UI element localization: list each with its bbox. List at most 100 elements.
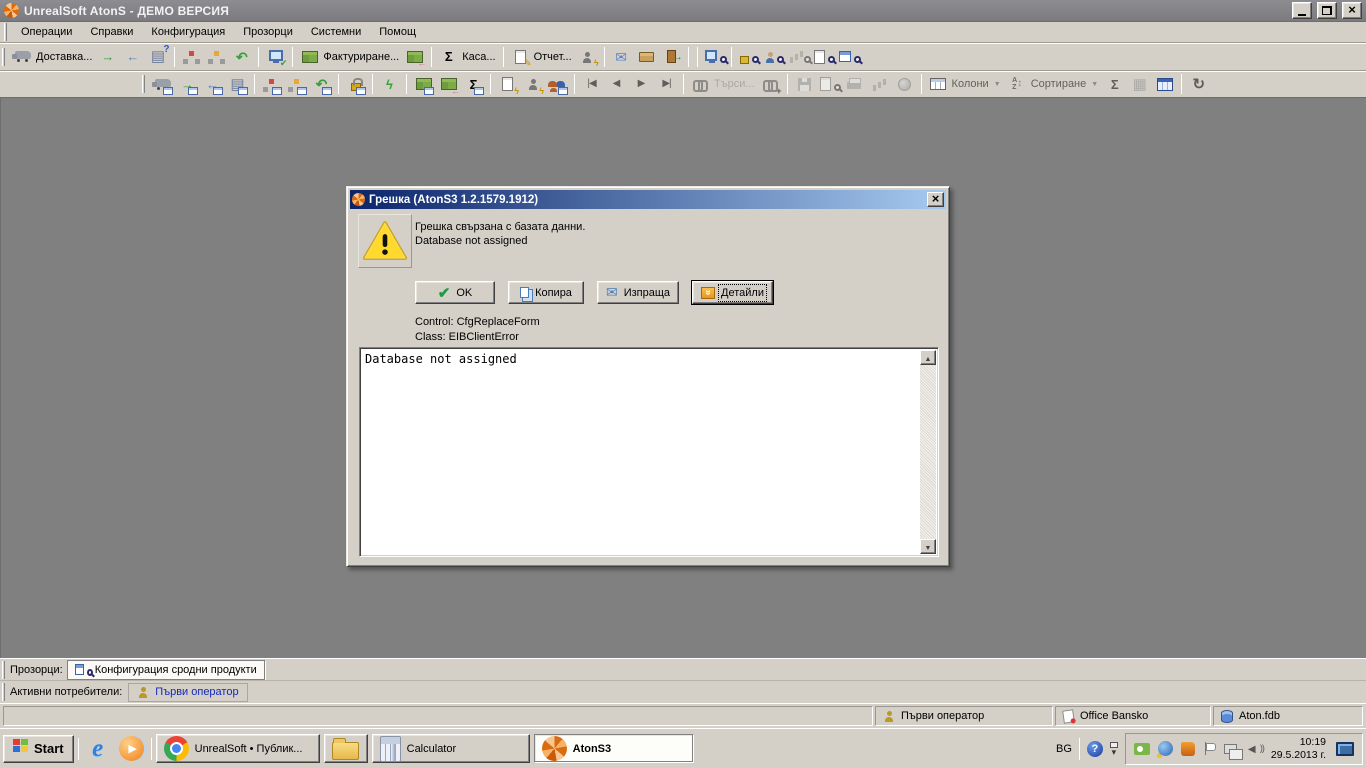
sigma-form-icon <box>464 75 483 94</box>
grid-form-button[interactable] <box>411 72 436 96</box>
separator <box>254 74 255 94</box>
export-document-button[interactable] <box>95 45 120 69</box>
show-desktop-icon[interactable] <box>1336 742 1354 756</box>
quicklaunch-media-player[interactable] <box>117 734 147 764</box>
restore-button[interactable] <box>1317 2 1337 19</box>
exit-door-icon <box>662 47 681 66</box>
cash-button[interactable]: Каса... <box>436 45 498 69</box>
start-button[interactable]: Start <box>3 735 74 763</box>
org-yellow-form-button[interactable] <box>284 72 309 96</box>
toolbar2-grip[interactable] <box>142 75 145 93</box>
calendar-view-button[interactable] <box>1152 72 1177 96</box>
quicklaunch-internet-explorer[interactable]: e <box>83 734 113 764</box>
help-icon[interactable] <box>1087 741 1103 757</box>
windows-bar-grip[interactable] <box>2 661 5 679</box>
active-user-item[interactable]: Първи оператор <box>128 683 247 702</box>
separator <box>503 47 504 67</box>
error-message: Грешка свързана с базата данни. Database… <box>415 220 585 248</box>
partners-form-button[interactable] <box>545 72 570 96</box>
task-aton-window[interactable]: AtonS3 <box>534 734 694 763</box>
terminal-check-button[interactable] <box>263 45 288 69</box>
report-button[interactable]: Отчет... <box>508 45 575 69</box>
sort-button[interactable]: Сортиране <box>1005 72 1103 96</box>
clock-date: 29.5.2013 г. <box>1271 749 1326 762</box>
totals-button <box>1102 72 1127 96</box>
separator <box>174 47 175 67</box>
error-details-text: Database not assigned <box>360 348 938 370</box>
clock-time: 10:19 <box>1271 736 1326 749</box>
import-form-button[interactable] <box>200 72 225 96</box>
flag-tray-icon[interactable] <box>1203 742 1216 755</box>
separator <box>78 738 79 760</box>
window-tab-configuration[interactable]: Конфигурация сродни продукти <box>67 660 265 680</box>
screen-search-button[interactable] <box>702 45 727 69</box>
clock[interactable]: 10:19 29.5.2013 г. <box>1271 736 1326 762</box>
lock-form-button[interactable] <box>343 72 368 96</box>
quick-user-button[interactable] <box>520 72 545 96</box>
ok-button[interactable]: OK <box>415 281 495 304</box>
window-titlebar[interactable]: UnrealSoft AtonS - ДЕМО ВЕРСИЯ <box>0 0 1366 22</box>
mail-button[interactable] <box>609 45 634 69</box>
numbered-pages-help-button[interactable] <box>145 45 170 69</box>
search-document-button[interactable] <box>811 45 836 69</box>
search-window-button[interactable] <box>836 45 861 69</box>
search-products-button[interactable] <box>736 45 761 69</box>
menu-operations[interactable]: Операции <box>12 24 81 40</box>
invoice-import-button[interactable] <box>402 45 427 69</box>
sigma-form-button[interactable] <box>461 72 486 96</box>
menu-references[interactable]: Справки <box>81 24 142 40</box>
wallet-button[interactable] <box>634 45 659 69</box>
toolbar-options-chevron[interactable] <box>1110 742 1118 755</box>
org-red-form-button[interactable] <box>259 72 284 96</box>
scroll-down-button[interactable] <box>920 539 936 554</box>
network-connection-icon[interactable] <box>1224 744 1237 754</box>
quick-report-button[interactable] <box>495 72 520 96</box>
network-status-tray-icon[interactable] <box>1158 741 1173 756</box>
users-bar-grip[interactable] <box>2 683 5 701</box>
minimize-button[interactable] <box>1292 2 1312 19</box>
scroll-up-button[interactable] <box>920 350 936 365</box>
menu-help[interactable]: Помощ <box>370 24 425 40</box>
invoicing-button[interactable]: Фактуриране... <box>297 45 402 69</box>
separator <box>683 74 684 94</box>
task-calculator-window[interactable]: Calculator <box>372 734 530 763</box>
app-tray-icon[interactable] <box>1181 742 1195 756</box>
volume-icon[interactable] <box>1248 742 1263 755</box>
dialog-close-button[interactable] <box>927 192 944 207</box>
pages-form-button[interactable] <box>225 72 250 96</box>
org-structure-yellow-button[interactable] <box>204 45 229 69</box>
import-document-button[interactable] <box>120 45 145 69</box>
search-add-button <box>758 72 783 96</box>
dialog-app-icon <box>352 193 365 206</box>
error-details-textbox[interactable]: Database not assigned <box>359 347 939 557</box>
delivery-form-button[interactable] <box>150 72 175 96</box>
columns-button[interactable]: Колони <box>926 72 1005 96</box>
task-browser-window[interactable]: UnrealSoft • Публик... <box>156 734 320 763</box>
org-structure-red-button[interactable] <box>179 45 204 69</box>
grid-import-form-button[interactable] <box>436 72 461 96</box>
menu-configuration[interactable]: Конфигурация <box>142 24 234 40</box>
exit-button[interactable] <box>659 45 684 69</box>
nvidia-tray-icon[interactable] <box>1134 743 1150 755</box>
menu-system[interactable]: Системни <box>302 24 370 40</box>
quick-operator-button[interactable] <box>575 45 600 69</box>
return-home-button[interactable] <box>229 45 254 69</box>
floppy-icon <box>795 75 814 94</box>
toolbar1-grip[interactable] <box>2 48 5 66</box>
copy-button[interactable]: Копира <box>508 281 584 304</box>
task-folder-window[interactable] <box>324 734 368 763</box>
close-button[interactable] <box>1342 2 1362 19</box>
send-button[interactable]: Изпраща <box>597 281 679 304</box>
menu-windows[interactable]: Прозорци <box>234 24 302 40</box>
vertical-scrollbar[interactable] <box>920 350 936 554</box>
search-partners-button[interactable] <box>761 45 786 69</box>
export-form-button[interactable] <box>175 72 200 96</box>
delivery-button[interactable]: Доставка... <box>10 45 95 69</box>
details-button[interactable]: Детайли <box>692 281 773 304</box>
quick-action-button[interactable] <box>377 72 402 96</box>
undo-form-button[interactable] <box>309 72 334 96</box>
error-dialog-titlebar[interactable]: Грешка (AtonS3 1.2.1579.1912) <box>350 190 946 209</box>
language-indicator[interactable]: BG <box>1056 743 1072 755</box>
menu-grip[interactable] <box>4 23 7 41</box>
arrow-right-form-icon <box>178 75 197 94</box>
